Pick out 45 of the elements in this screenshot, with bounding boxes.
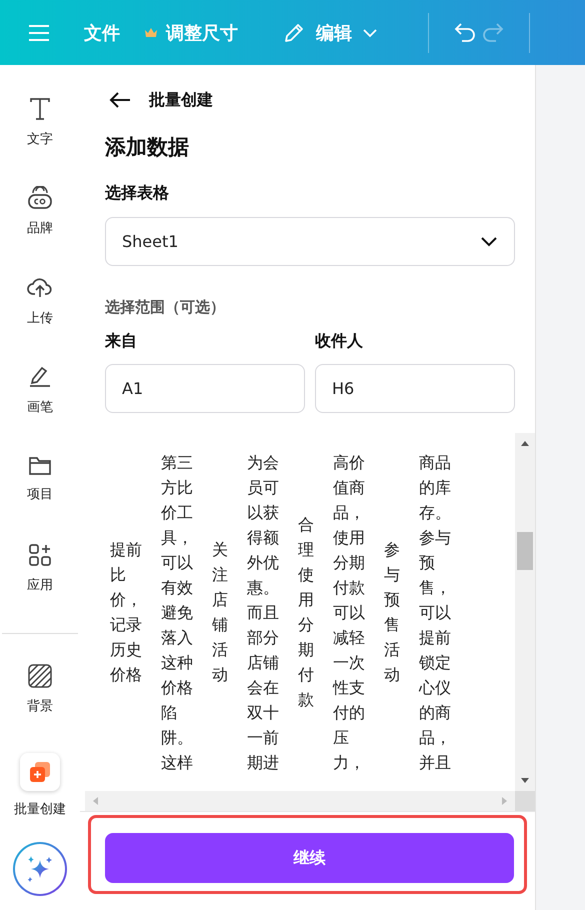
sidebar-item[interactable]: 批量创建 (0, 753, 80, 842)
continue-button[interactable]: 继续 (105, 833, 514, 883)
sidebar-item[interactable]: 应用 (0, 543, 80, 633)
chevron-down-icon (362, 28, 378, 38)
magic-sparkle-button[interactable] (13, 842, 67, 896)
field-label: 选择表格 (105, 183, 170, 204)
crown-icon (144, 26, 158, 38)
field-label: 来自 (105, 331, 138, 352)
table-cell-text: 关注店铺活动 (212, 539, 228, 686)
sidebar-item[interactable]: 品牌 (0, 186, 80, 276)
scroll-right-arrow-icon[interactable] (501, 796, 509, 806)
chevron-down-icon (480, 236, 498, 247)
recipient-input[interactable]: H6 (315, 364, 515, 413)
folder-icon (28, 454, 52, 476)
field-label: 收件人 (315, 331, 364, 352)
scrollbar-thumb[interactable] (517, 532, 533, 570)
pen-icon (27, 364, 53, 389)
cloud-upload-icon (27, 276, 53, 300)
scroll-up-arrow-icon[interactable] (520, 439, 530, 447)
sidebar-item[interactable]: 上传 (0, 276, 80, 365)
apps-icon (28, 543, 52, 568)
table-cell-text: 参与预售活动 (384, 539, 400, 686)
hatched-square-icon (28, 664, 52, 688)
sidebar-item[interactable]: 文字 (0, 97, 80, 186)
brand-icon (27, 186, 53, 210)
section-label: 选择范围（可选） (105, 298, 226, 317)
table-cell-text: 合理使用分期付款 (298, 514, 314, 711)
table-cell-text: 为会员可以获得额外优惠。而且部分店铺会在双十一前期进 (247, 452, 279, 774)
sidebar-item[interactable]: 项目 (0, 454, 80, 544)
table-cell-text: 提前比价，记录历史价格 (110, 539, 142, 686)
table-cell-text: 第三方比价工具，可以有效避免落入这种价格陷阱。这样 (161, 452, 193, 774)
scroll-left-arrow-icon[interactable] (91, 796, 99, 806)
sheet-dropdown[interactable]: Sheet1 (105, 217, 515, 266)
from-input[interactable]: A1 (105, 364, 305, 413)
scroll-down-arrow-icon[interactable] (520, 777, 530, 785)
horizontal-scrollbar[interactable] (85, 791, 515, 811)
table-cell-text: 高价值商品，使用分期付款可以减轻一次性支付的压力， (333, 452, 365, 774)
back-arrow-icon[interactable] (109, 91, 131, 109)
vertical-scrollbar[interactable] (515, 433, 535, 791)
sidebar-item[interactable]: 画笔 (0, 364, 80, 454)
table-cell-text: 商品的库存。参与预售，可以提前锁定心仪的商品，并且 (419, 452, 451, 774)
text-icon (29, 97, 51, 121)
sidebar-item[interactable]: 背景 (0, 664, 80, 754)
section-heading: 添加数据 (105, 134, 190, 161)
panel-title: 批量创建 (149, 90, 213, 110)
